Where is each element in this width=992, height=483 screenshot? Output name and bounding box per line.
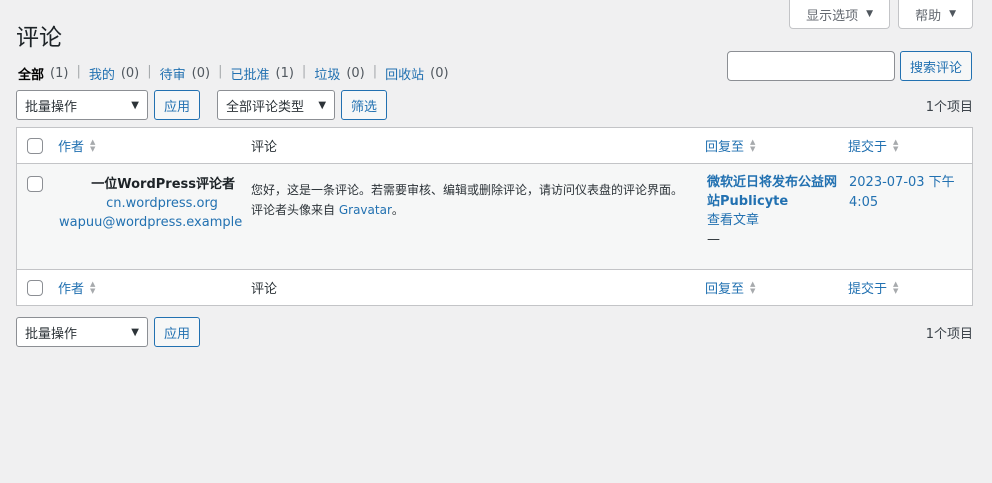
apply-button-bottom[interactable]: 应用 — [154, 317, 201, 347]
help-label: 帮助 — [915, 8, 942, 24]
filter-mine[interactable]: 我的 — [89, 64, 115, 83]
table-footer: 作者 ▲ ▼ 评论 回复至 ▲ ▼ 提交于 ▲ ▼ — [17, 269, 972, 305]
table-header: 作者 ▲ ▼ 评论 回复至 ▲ ▼ 提交于 ▲ ▼ — [17, 128, 972, 164]
sort-arrows-icon: ▲ ▼ — [90, 137, 96, 153]
sort-date-footer[interactable]: 提交于 ▲ ▼ — [848, 278, 898, 297]
chevron-down-icon: ▼ — [318, 99, 327, 111]
filter-approved[interactable]: 已批准 — [230, 64, 269, 83]
bulk-action-label: 批量操作 — [25, 99, 78, 115]
response-post-link[interactable]: 微软近日将发布公益网站Publicyte — [707, 173, 837, 211]
help-button[interactable]: 帮助 ▼ — [898, 0, 973, 29]
filter-count: (0) — [120, 66, 140, 81]
sort-date[interactable]: 提交于 ▲ ▼ — [848, 136, 898, 155]
screen-meta-links: 显示选项 ▼ 帮助 ▼ — [789, 0, 973, 29]
author-url-link[interactable]: cn.wordpress.org — [59, 194, 235, 213]
view-post-link[interactable]: 查看文章 — [707, 211, 837, 230]
filter-all[interactable]: 全部 — [18, 64, 44, 83]
gravatar-link[interactable]: Gravatar — [339, 203, 392, 217]
filter-count: (1) — [275, 66, 294, 81]
caret-down-icon: ▼ — [866, 9, 874, 19]
search-box: 搜索评论 — [726, 51, 972, 81]
select-all-checkbox-footer[interactable] — [27, 279, 43, 296]
tablenav-top: 批量操作 ▼ 应用 全部评论类型 ▼ 筛选 1个项目 — [16, 90, 973, 120]
filter-count: (0) — [430, 66, 449, 81]
author-name: 一位WordPress评论者 — [91, 177, 235, 192]
screen-options-label: 显示选项 — [806, 8, 859, 24]
comment-type-select[interactable]: 全部评论类型 ▼ — [217, 90, 336, 120]
author-email-link[interactable]: wapuu@wordpress.example — [59, 213, 242, 232]
sort-arrows-icon: ▲ ▼ — [90, 279, 96, 295]
bulk-action-select-bottom[interactable]: 批量操作 ▼ — [16, 317, 148, 347]
column-comment-label: 评论 — [251, 140, 278, 155]
separator: | — [301, 64, 307, 79]
caret-down-icon: ▼ — [949, 9, 956, 19]
comment-text: 您好，这是一条评论。若需要审核、编辑或删除评论，请访问仪表盘的评论界面。评论者头… — [251, 180, 691, 220]
column-response-label: 回复至 — [705, 140, 745, 155]
column-author-label: 作者 — [58, 140, 85, 155]
comment-date-link[interactable]: 2023-07-03 下午4:05 — [849, 173, 959, 213]
screen-options-button[interactable]: 显示选项 ▼ — [789, 0, 891, 29]
select-all-checkbox[interactable] — [27, 137, 43, 154]
filter-count: (0) — [191, 66, 211, 81]
status-filter: 全部 (1) | 我的 (0) | 待审 (0) | 已批准 (1) | 垃圾 (0) |… — [18, 64, 449, 83]
sort-arrows-icon: ▲ ▼ — [750, 279, 756, 295]
sort-arrows-icon: ▲ ▼ — [893, 279, 899, 295]
separator: | — [218, 64, 223, 79]
separator: | — [147, 64, 152, 79]
filter-trash[interactable]: 回收站 — [385, 64, 424, 83]
response-cell: 微软近日将发布公益网站Publicyte 查看文章 — — [707, 173, 837, 249]
search-comments-button[interactable]: 搜索评论 — [899, 51, 972, 81]
filter-pending[interactable]: 待审 — [160, 64, 186, 83]
comment-count-dash: — — [707, 232, 720, 247]
comments-page: 显示选项 ▼ 帮助 ▼ 评论 全部 (1) | 我的 (0) | 待审 (0) | 已… — [0, 0, 992, 483]
tablenav-bottom: 批量操作 ▼ 应用 1个项目 — [16, 317, 973, 347]
column-date-label: 提交于 — [848, 282, 888, 297]
sort-author-footer[interactable]: 作者 ▲ ▼ — [58, 278, 95, 297]
column-response-label: 回复至 — [705, 282, 745, 297]
sort-response-footer[interactable]: 回复至 ▲ ▼ — [705, 278, 755, 297]
row-checkbox[interactable] — [27, 176, 43, 192]
separator: | — [76, 64, 81, 79]
search-input[interactable] — [726, 51, 895, 81]
chevron-down-icon: ▼ — [131, 99, 139, 111]
column-date-label: 提交于 — [848, 140, 888, 155]
item-count: 1个项目 — [925, 326, 973, 342]
table-row: 一位WordPress评论者 cn.wordpress.org wapuu@wo… — [17, 164, 972, 269]
sort-response[interactable]: 回复至 ▲ ▼ — [705, 136, 755, 155]
filter-count: (1) — [50, 66, 69, 81]
chevron-down-icon: ▼ — [131, 326, 139, 338]
bulk-action-label: 批量操作 — [25, 326, 78, 342]
comment-end: 。 — [391, 203, 404, 217]
item-count: 1个项目 — [925, 99, 973, 115]
sort-arrows-icon: ▲ ▼ — [750, 137, 756, 153]
column-comment-label: 评论 — [251, 282, 278, 297]
comments-table: 作者 ▲ ▼ 评论 回复至 ▲ ▼ 提交于 ▲ ▼ 一位WordPress评论者 cn… — [16, 127, 973, 306]
bulk-action-select[interactable]: 批量操作 ▼ — [16, 90, 148, 120]
comment-author: 一位WordPress评论者 cn.wordpress.org wapuu@wo… — [59, 175, 242, 232]
sort-arrows-icon: ▲ ▼ — [893, 137, 899, 153]
apply-button[interactable]: 应用 — [154, 90, 201, 120]
page-title: 评论 — [16, 25, 62, 51]
filter-count: (0) — [346, 66, 365, 81]
comment-type-label: 全部评论类型 — [226, 99, 305, 115]
comment-body: 您好，这是一条评论。若需要审核、编辑或删除评论，请访问仪表盘的评论界面。评论者头… — [251, 183, 684, 217]
column-author-label: 作者 — [58, 282, 85, 297]
separator: | — [372, 64, 378, 79]
filter-button[interactable]: 筛选 — [341, 90, 388, 120]
sort-author[interactable]: 作者 ▲ ▼ — [58, 136, 95, 155]
filter-spam[interactable]: 垃圾 — [314, 64, 340, 83]
